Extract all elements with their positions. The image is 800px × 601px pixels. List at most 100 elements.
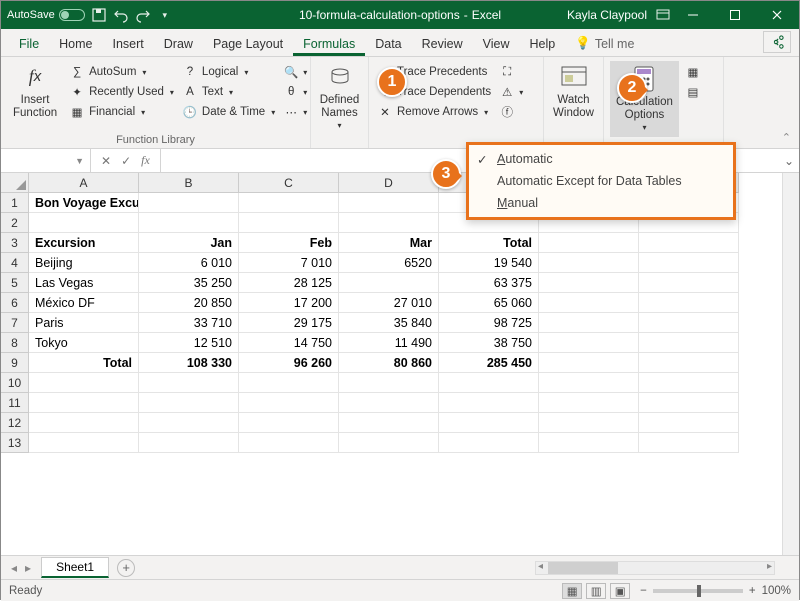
cell[interactable]: 35 840	[339, 313, 439, 333]
row-header-1[interactable]: 1	[1, 193, 28, 213]
user-name[interactable]: Kayla Claypool	[567, 8, 647, 22]
cell[interactable]	[339, 433, 439, 453]
cell[interactable]: Feb	[239, 233, 339, 253]
cell[interactable]: 27 010	[339, 293, 439, 313]
cell[interactable]	[539, 353, 639, 373]
cell[interactable]: 11 490	[339, 333, 439, 353]
minimize-button[interactable]	[673, 1, 713, 29]
cell[interactable]	[239, 373, 339, 393]
cell[interactable]	[339, 273, 439, 293]
row-header-13[interactable]: 13	[1, 433, 28, 453]
close-button[interactable]	[757, 1, 797, 29]
more-functions-button[interactable]: ⋯▾	[281, 103, 309, 121]
cell[interactable]: 28 125	[239, 273, 339, 293]
cell[interactable]	[239, 393, 339, 413]
cell[interactable]: México DF	[29, 293, 139, 313]
date-time-button[interactable]: 🕒Date & Time▾	[180, 103, 277, 121]
cell[interactable]	[639, 353, 739, 373]
cell[interactable]	[639, 253, 739, 273]
tab-data[interactable]: Data	[365, 31, 411, 56]
undo-icon[interactable]	[113, 7, 129, 23]
page-break-view-button[interactable]: ▣	[610, 583, 630, 599]
cell[interactable]	[439, 393, 539, 413]
cancel-icon[interactable]: ✕	[101, 154, 111, 168]
cell[interactable]	[539, 433, 639, 453]
page-layout-view-button[interactable]: ▥	[586, 583, 606, 599]
cell[interactable]	[539, 313, 639, 333]
tell-me[interactable]: 💡Tell me	[565, 30, 644, 56]
cell[interactable]	[239, 213, 339, 233]
logical-button[interactable]: ?Logical▾	[180, 63, 277, 81]
cell[interactable]	[29, 433, 139, 453]
cell[interactable]: Total	[439, 233, 539, 253]
menu-item-manual[interactable]: Manual	[469, 192, 733, 214]
col-header-A[interactable]: A	[29, 173, 139, 193]
scroll-right-icon[interactable]: ▸	[767, 561, 772, 572]
row-header-10[interactable]: 10	[1, 373, 28, 393]
cell[interactable]	[339, 373, 439, 393]
row-header-7[interactable]: 7	[1, 313, 28, 333]
error-checking-button[interactable]: ⚠▾	[497, 83, 525, 101]
cell[interactable]	[339, 413, 439, 433]
tab-view[interactable]: View	[473, 31, 520, 56]
remove-arrows-button[interactable]: ✕Remove Arrows▾	[375, 103, 493, 121]
cell[interactable]: 285 450	[439, 353, 539, 373]
zoom-level[interactable]: 100%	[762, 585, 791, 597]
cell[interactable]: 108 330	[139, 353, 239, 373]
recently-used-button[interactable]: ✦Recently Used▾	[67, 83, 176, 101]
cell[interactable]	[539, 233, 639, 253]
cell[interactable]: Mar	[339, 233, 439, 253]
cell[interactable]	[539, 333, 639, 353]
tab-formulas[interactable]: Formulas	[293, 31, 365, 56]
col-header-C[interactable]: C	[239, 173, 339, 193]
scroll-thumb[interactable]	[548, 562, 618, 574]
cell[interactable]: 12 510	[139, 333, 239, 353]
qat-more-icon[interactable]: ▾	[157, 7, 173, 23]
cell[interactable]	[539, 253, 639, 273]
cell[interactable]	[639, 313, 739, 333]
cell[interactable]	[239, 413, 339, 433]
cell[interactable]: 6 010	[139, 253, 239, 273]
cell[interactable]	[139, 393, 239, 413]
zoom-in-button[interactable]: +	[749, 585, 756, 597]
cell[interactable]: 7 010	[239, 253, 339, 273]
cell[interactable]	[139, 193, 239, 213]
share-button[interactable]	[763, 31, 791, 53]
text-button[interactable]: AText▾	[180, 83, 277, 101]
cell[interactable]: 14 750	[239, 333, 339, 353]
cell[interactable]: 63 375	[439, 273, 539, 293]
row-header-6[interactable]: 6	[1, 293, 28, 313]
cell[interactable]	[539, 273, 639, 293]
cell[interactable]	[639, 433, 739, 453]
cell[interactable]: 98 725	[439, 313, 539, 333]
cell[interactable]	[639, 293, 739, 313]
prev-sheet-icon[interactable]: ◂	[11, 561, 17, 575]
menu-item-automatic[interactable]: ✓Automatic	[469, 148, 733, 170]
normal-view-button[interactable]: ▦	[562, 583, 582, 599]
defined-names-button[interactable]: Defined Names▾	[314, 61, 366, 133]
cell[interactable]: 33 710	[139, 313, 239, 333]
tab-review[interactable]: Review	[412, 31, 473, 56]
calculate-sheet-button[interactable]: ▤	[683, 83, 703, 101]
row-header-4[interactable]: 4	[1, 253, 28, 273]
cell[interactable]	[439, 433, 539, 453]
cell[interactable]	[539, 413, 639, 433]
cell[interactable]	[539, 373, 639, 393]
cell[interactable]	[239, 433, 339, 453]
show-formulas-button[interactable]: ⛶	[497, 63, 525, 81]
col-header-B[interactable]: B	[139, 173, 239, 193]
menu-item-automatic-except[interactable]: Automatic Except for Data Tables	[469, 170, 733, 192]
cell[interactable]: 96 260	[239, 353, 339, 373]
cell[interactable]: Tokyo	[29, 333, 139, 353]
cell[interactable]	[139, 213, 239, 233]
autosum-button[interactable]: ∑AutoSum▾	[67, 63, 176, 81]
row-header-8[interactable]: 8	[1, 333, 28, 353]
zoom-out-button[interactable]: −	[640, 585, 647, 597]
row-header-9[interactable]: 9	[1, 353, 28, 373]
row-header-11[interactable]: 11	[1, 393, 28, 413]
cell[interactable]	[29, 373, 139, 393]
tab-insert[interactable]: Insert	[103, 31, 154, 56]
collapse-ribbon-icon[interactable]: ⌃	[782, 131, 791, 144]
cell[interactable]	[439, 373, 539, 393]
cell[interactable]	[639, 273, 739, 293]
